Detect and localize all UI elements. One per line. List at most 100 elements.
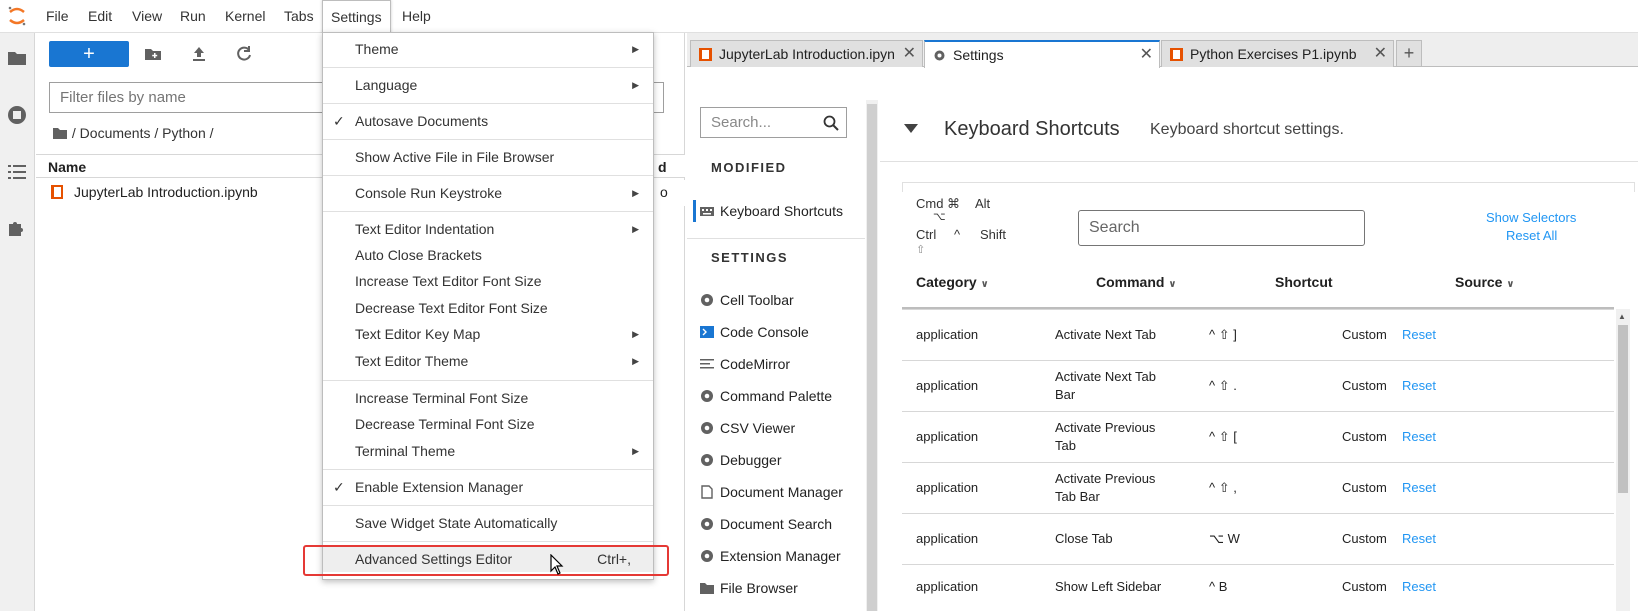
- cell-shortcut[interactable]: ^ ⇧ [: [1209, 429, 1237, 445]
- column-source[interactable]: Source ∨: [1455, 274, 1514, 290]
- menu-item-show-active-file[interactable]: Show Active File in File Browser: [323, 144, 653, 170]
- column-shortcut[interactable]: Shortcut: [1275, 274, 1333, 290]
- settings-item-codemirror[interactable]: CodeMirror: [700, 356, 790, 372]
- settings-item-label: Cell Toolbar: [720, 292, 794, 308]
- submenu-arrow-icon: ▶: [632, 446, 639, 456]
- menu-item-text-editor-theme[interactable]: Text Editor Theme ▶: [323, 348, 653, 374]
- menu-edit[interactable]: Edit: [80, 0, 120, 33]
- menu-kernel[interactable]: Kernel: [217, 0, 273, 33]
- menu-item-increase-editor-font[interactable]: Increase Text Editor Font Size: [323, 268, 653, 294]
- close-icon[interactable]: ✕: [1140, 42, 1153, 68]
- menu-item-save-widget-state[interactable]: Save Widget State Automatically: [323, 510, 653, 536]
- reset-link[interactable]: Reset: [1402, 378, 1436, 393]
- menu-item-enable-extension-manager[interactable]: ✓ Enable Extension Manager: [323, 474, 653, 500]
- settings-item-keyboard-shortcuts[interactable]: Keyboard Shortcuts: [700, 203, 843, 219]
- cell-source: Custom: [1342, 429, 1387, 444]
- menu-settings[interactable]: Settings: [322, 0, 391, 34]
- scrollbar-thumb[interactable]: [1618, 325, 1628, 493]
- tab-jupyterlab-introduction[interactable]: JupyterLab Introduction.ipyn ✕: [690, 40, 923, 67]
- show-selectors-link[interactable]: Show Selectors: [1486, 210, 1576, 225]
- close-icon[interactable]: ✕: [1374, 41, 1387, 67]
- reset-link[interactable]: Reset: [1402, 429, 1436, 444]
- tab-settings[interactable]: Settings ✕: [924, 40, 1160, 68]
- cell-shortcut[interactable]: ^ ⇧ ,: [1209, 480, 1237, 496]
- settings-item-command-palette[interactable]: Command Palette: [700, 388, 832, 404]
- reset-link[interactable]: Reset: [1402, 480, 1436, 495]
- highlight-box: [303, 545, 669, 576]
- menu-item-autosave[interactable]: ✓ Autosave Documents: [323, 108, 653, 134]
- cell-command-line2: Bar: [1055, 387, 1076, 402]
- cell-command: Show Left Sidebar: [1055, 579, 1162, 594]
- table-of-contents-icon[interactable]: [6, 161, 28, 183]
- menu-run[interactable]: Run: [172, 0, 214, 33]
- menu-item-text-editor-indentation[interactable]: Text Editor Indentation ▶: [323, 216, 653, 242]
- column-command[interactable]: Command ∨: [1096, 274, 1176, 290]
- menu-item-console-run-keystroke[interactable]: Console Run Keystroke ▶: [323, 180, 653, 206]
- submenu-arrow-icon: ▶: [632, 188, 639, 198]
- scrollbar-thumb[interactable]: [867, 104, 877, 611]
- upload-icon[interactable]: [189, 44, 209, 64]
- submenu-arrow-icon: ▶: [632, 356, 639, 366]
- close-icon[interactable]: ✕: [903, 41, 916, 67]
- cell-shortcut[interactable]: ^ ⇧ .: [1209, 378, 1237, 394]
- reset-link[interactable]: Reset: [1402, 579, 1436, 594]
- menu-item-increase-terminal-font[interactable]: Increase Terminal Font Size: [323, 385, 653, 411]
- menu-item-auto-close-brackets[interactable]: Auto Close Brackets: [323, 242, 653, 268]
- cell-command: Activate Previous: [1055, 471, 1156, 486]
- settings-item-cell-toolbar[interactable]: Cell Toolbar: [700, 292, 794, 308]
- column-category[interactable]: Category ∨: [916, 274, 989, 290]
- column-name[interactable]: Name: [48, 159, 86, 175]
- settings-item-label: Document Search: [720, 516, 833, 532]
- cell-source: Custom: [1342, 579, 1387, 594]
- text-editor-icon: [700, 359, 714, 369]
- legend-ctrl: Ctrl: [916, 227, 937, 242]
- menu-file[interactable]: File: [38, 0, 77, 33]
- new-launcher-button[interactable]: +: [49, 41, 129, 67]
- tab-label: JupyterLab Introduction.ipyn: [719, 46, 895, 62]
- menu-item-decrease-terminal-font[interactable]: Decrease Terminal Font Size: [323, 411, 653, 437]
- settings-item-extension-manager[interactable]: Extension Manager: [700, 548, 841, 564]
- cell-source: Custom: [1342, 378, 1387, 393]
- check-icon: ✓: [333, 113, 345, 129]
- settings-item-debugger[interactable]: Debugger: [700, 452, 782, 468]
- settings-item-document-manager[interactable]: Document Manager: [700, 484, 843, 500]
- new-folder-icon[interactable]: [143, 44, 163, 64]
- section-settings: SETTINGS: [711, 250, 789, 265]
- reset-link[interactable]: Reset: [1402, 327, 1436, 342]
- menu-item-decrease-editor-font[interactable]: Decrease Text Editor Font Size: [323, 295, 653, 321]
- menu-separator: [323, 175, 653, 176]
- menu-item-text-editor-key-map[interactable]: Text Editor Key Map ▶: [323, 321, 653, 347]
- menu-item-theme[interactable]: Theme ▶: [323, 36, 653, 62]
- menu-view[interactable]: View: [124, 0, 170, 33]
- scroll-up-arrow-icon[interactable]: ▲: [1618, 312, 1626, 321]
- menu-tabs[interactable]: Tabs: [276, 0, 322, 33]
- menu-item-terminal-theme[interactable]: Terminal Theme ▶: [323, 438, 653, 464]
- shortcut-search-input[interactable]: Search: [1078, 210, 1365, 246]
- extension-puzzle-icon[interactable]: [6, 217, 28, 239]
- cell-shortcut[interactable]: ^ ⇧ ]: [1209, 327, 1237, 343]
- breadcrumb-path[interactable]: / Documents / Python /: [72, 125, 214, 141]
- cell-shortcut[interactable]: ^ B: [1209, 579, 1227, 594]
- settings-item-document-search[interactable]: Document Search: [700, 516, 832, 532]
- add-tab-button[interactable]: +: [1396, 40, 1422, 67]
- reset-link[interactable]: Reset: [1402, 531, 1436, 546]
- cell-shortcut[interactable]: ⌥ W: [1209, 531, 1240, 547]
- reset-all-link[interactable]: Reset All: [1506, 228, 1557, 243]
- settings-item-file-browser[interactable]: File Browser: [700, 580, 798, 596]
- tab-python-exercises[interactable]: Python Exercises P1.ipynb ✕: [1161, 40, 1394, 67]
- running-sessions-icon[interactable]: [6, 104, 28, 126]
- menu-item-language[interactable]: Language ▶: [323, 72, 653, 98]
- folder-icon[interactable]: [52, 126, 68, 140]
- menu-help[interactable]: Help: [394, 0, 439, 33]
- settings-item-code-console[interactable]: Code Console: [700, 324, 809, 340]
- refresh-icon[interactable]: [234, 44, 254, 64]
- collapse-caret-icon[interactable]: [904, 124, 918, 134]
- cell-source: Custom: [1342, 531, 1387, 546]
- mouse-cursor-icon: [550, 554, 564, 575]
- folder-icon[interactable]: [6, 47, 28, 69]
- column-modified[interactable]: d: [658, 159, 667, 175]
- settings-search-input[interactable]: Search...: [700, 107, 847, 138]
- cell-command-line2: Tab Bar: [1055, 489, 1100, 504]
- cell-source: Custom: [1342, 480, 1387, 495]
- settings-item-csv-viewer[interactable]: CSV Viewer: [700, 420, 795, 436]
